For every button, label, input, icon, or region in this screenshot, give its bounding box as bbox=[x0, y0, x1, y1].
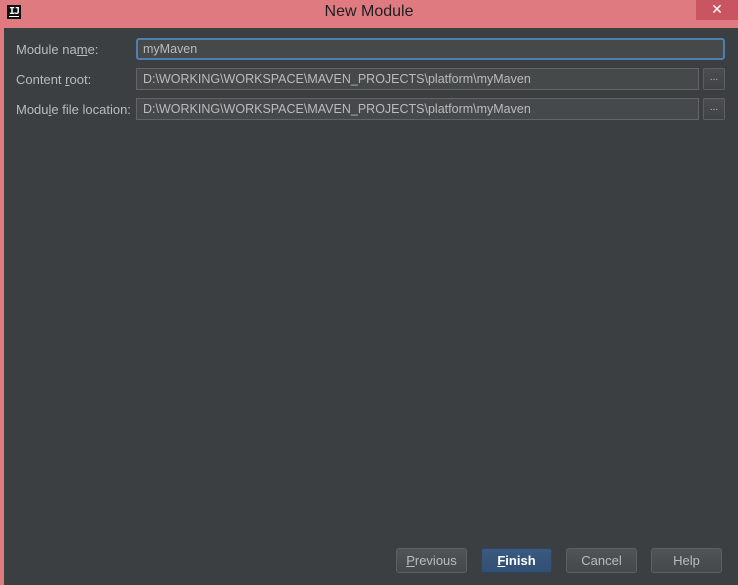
module-file-location-label: Module file location: bbox=[16, 102, 131, 117]
dialog-content: Module name: myMaven Content root: D:\WO… bbox=[4, 28, 738, 585]
finish-button[interactable]: Finish bbox=[481, 548, 552, 573]
title-bar[interactable]: IJ New Module ✕ bbox=[0, 0, 738, 27]
module-file-location-browse-button[interactable]: ... bbox=[703, 98, 725, 120]
close-icon: ✕ bbox=[711, 1, 723, 17]
help-button[interactable]: Help bbox=[651, 548, 722, 573]
close-button[interactable]: ✕ bbox=[696, 0, 738, 20]
content-root-label: Content root: bbox=[16, 72, 92, 87]
content-root-input[interactable]: D:\WORKING\WORKSPACE\MAVEN_PROJECTS\plat… bbox=[136, 68, 699, 90]
module-name-label: Module name: bbox=[16, 42, 99, 57]
dialog-title: New Module bbox=[324, 3, 414, 20]
module-name-input[interactable]: myMaven bbox=[136, 38, 725, 60]
content-root-browse-button[interactable]: ... bbox=[703, 68, 725, 90]
previous-button[interactable]: Previous bbox=[396, 548, 467, 573]
cancel-button[interactable]: Cancel bbox=[566, 548, 637, 573]
module-file-location-input[interactable]: D:\WORKING\WORKSPACE\MAVEN_PROJECTS\plat… bbox=[136, 98, 699, 120]
new-module-dialog: IJ New Module ✕ Module name: myMaven Con… bbox=[0, 0, 738, 585]
